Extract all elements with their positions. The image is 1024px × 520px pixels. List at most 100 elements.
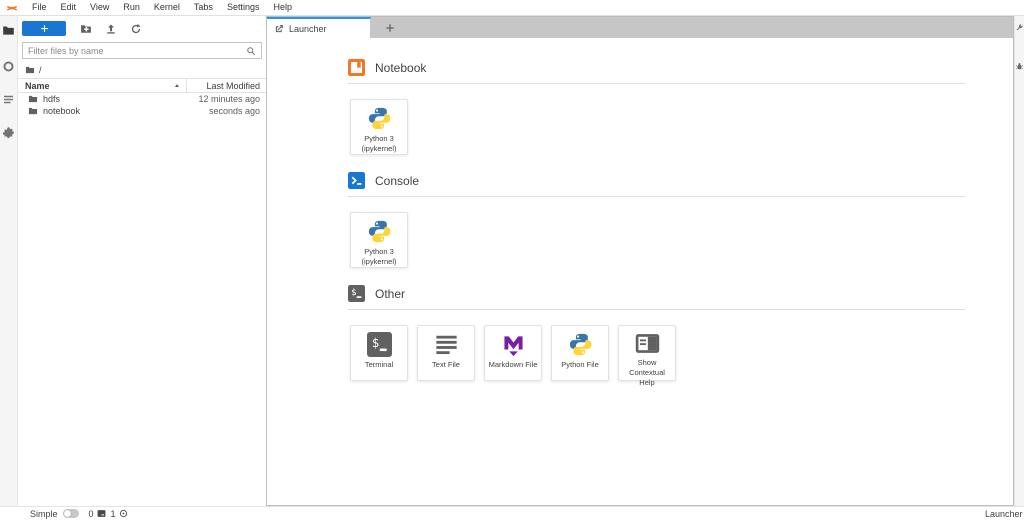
card-label: Show Contextual Help	[619, 358, 675, 387]
svg-text:$: $	[371, 335, 379, 350]
kernels-count: 1	[111, 509, 116, 519]
file-listing-header: Name Last Modified	[18, 78, 266, 93]
file-name: hdfs	[43, 94, 60, 104]
notebook-icon	[348, 59, 365, 76]
menu-item-run[interactable]: Run	[116, 0, 147, 15]
section-title: Console	[375, 174, 419, 188]
file-browser-toolbar	[18, 16, 266, 39]
bug-icon	[1015, 62, 1024, 71]
column-header-name[interactable]: Name	[18, 79, 186, 92]
sidebar-tab-running-sessions[interactable]	[2, 59, 16, 73]
sidebar-tab-file-browser[interactable]	[2, 23, 16, 37]
menu-item-help[interactable]: Help	[266, 0, 299, 15]
menu-item-tabs[interactable]: Tabs	[187, 0, 220, 15]
right-sidebar-tab-debugger[interactable]	[1015, 62, 1024, 71]
plus-icon	[385, 23, 395, 33]
card-row: Python 3 (ipykernel)	[350, 212, 965, 268]
upload-icon	[105, 23, 117, 35]
section-divider	[348, 83, 965, 84]
left-sidebar	[0, 16, 18, 506]
new-tab-button[interactable]	[371, 17, 409, 38]
launcher-card-show-contextual-help[interactable]: Show Contextual Help	[618, 325, 676, 381]
puzzle-icon	[2, 126, 15, 139]
launcher-tab-icon	[274, 24, 284, 34]
last-modified-column-label: Last Modified	[206, 81, 260, 91]
right-sidebar-tab-property-inspector[interactable]	[1015, 23, 1024, 32]
launcher-card-python-3-ipykernel-[interactable]: Python 3 (ipykernel)	[350, 212, 408, 268]
terminals-count: 0	[89, 509, 94, 519]
svg-text:$: $	[351, 288, 356, 298]
launcher-card-python-file[interactable]: Python File	[551, 325, 609, 381]
name-column-label: Name	[25, 81, 50, 91]
sidebar-tab-extensions[interactable]	[2, 125, 16, 139]
simple-mode-toggle[interactable]	[63, 509, 79, 518]
launcher-card-python-3-ipykernel-[interactable]: Python 3 (ipykernel)	[350, 99, 408, 155]
launcher-card-markdown-file[interactable]: Markdown File	[484, 325, 542, 381]
new-folder-icon	[80, 23, 92, 35]
refresh-icon	[130, 23, 142, 35]
card-label: Markdown File	[487, 360, 540, 370]
right-sidebar	[1014, 16, 1024, 506]
card-label: Terminal	[363, 360, 395, 370]
section-divider	[348, 309, 965, 310]
launcher-section-other: $ Other $ Terminal Text File Markdown File Pyt…	[348, 285, 965, 381]
sidebar-tab-table-of-contents[interactable]	[2, 92, 16, 106]
column-header-last-modified[interactable]: Last Modified	[186, 79, 266, 92]
status-right-text: Launcher	[985, 509, 1023, 519]
section-title: Other	[375, 287, 405, 301]
sort-ascending-icon	[173, 82, 181, 90]
card-row: Python 3 (ipykernel)	[350, 99, 965, 155]
main-tab-bar: Launcher	[267, 17, 1013, 38]
card-label: Text File	[430, 360, 462, 370]
menubar: FileEditViewRunKernelTabsSettingsHelp	[0, 0, 1024, 16]
toggle-knob	[64, 510, 71, 517]
menu-item-settings[interactable]: Settings	[220, 0, 267, 15]
markdown-icon	[501, 331, 526, 358]
tab-launcher[interactable]: Launcher	[267, 17, 371, 38]
plus-icon	[40, 24, 49, 33]
card-label: Python File	[559, 360, 601, 370]
file-browser-panel: / Name Last Modified hdfs 12 minutes agon…	[18, 16, 266, 506]
file-row[interactable]: notebookseconds ago	[18, 105, 266, 117]
main-dock-panel: Launcher Notebook Python 3 (ipykernel) Con…	[266, 16, 1014, 506]
section-title: Notebook	[375, 61, 426, 75]
new-launcher-button[interactable]	[22, 21, 66, 36]
tab-label: Launcher	[289, 24, 327, 34]
contextual-help-icon	[635, 331, 660, 356]
breadcrumb[interactable]: /	[18, 61, 266, 78]
file-row[interactable]: hdfs 12 minutes ago	[18, 93, 266, 105]
terminal-icon: $	[348, 285, 365, 302]
python-icon	[367, 218, 392, 245]
card-label: Python 3 (ipykernel)	[351, 134, 407, 154]
menu-item-view[interactable]: View	[83, 0, 116, 15]
terminal-icon: $	[367, 331, 392, 358]
filter-files-input[interactable]	[28, 46, 218, 56]
python-icon	[367, 105, 392, 132]
menu-item-kernel[interactable]: Kernel	[147, 0, 187, 15]
card-row: $ Terminal Text File Markdown File Python Fi…	[350, 325, 965, 381]
menu-item-file[interactable]: File	[25, 0, 54, 15]
jupyterlab-logo-icon	[5, 2, 19, 14]
new-folder-button[interactable]	[80, 23, 92, 35]
status-bar: Simple 0 1 Launcher	[0, 506, 1024, 520]
filter-files-box[interactable]	[22, 42, 262, 59]
simple-mode-label: Simple	[30, 509, 58, 519]
wrench-icon	[1015, 23, 1024, 32]
section-heading: Notebook	[348, 59, 965, 76]
upload-button[interactable]	[105, 23, 117, 35]
list-icon	[2, 93, 15, 106]
python-icon	[568, 331, 593, 358]
launcher-card-text-file[interactable]: Text File	[417, 325, 475, 381]
menu-item-edit[interactable]: Edit	[54, 0, 84, 15]
search-icon	[246, 46, 256, 56]
running-icon	[2, 60, 15, 73]
kernel-status-icon	[119, 509, 128, 518]
file-modified: 12 minutes ago	[198, 94, 260, 104]
section-divider	[348, 196, 965, 197]
refresh-button[interactable]	[130, 23, 142, 35]
launcher-content: Notebook Python 3 (ipykernel) Console Pytho…	[267, 38, 1013, 505]
section-heading: Console	[348, 172, 965, 189]
card-label: Python 3 (ipykernel)	[351, 247, 407, 267]
launcher-card-terminal[interactable]: $ Terminal	[350, 325, 408, 381]
file-modified: seconds ago	[209, 106, 260, 116]
